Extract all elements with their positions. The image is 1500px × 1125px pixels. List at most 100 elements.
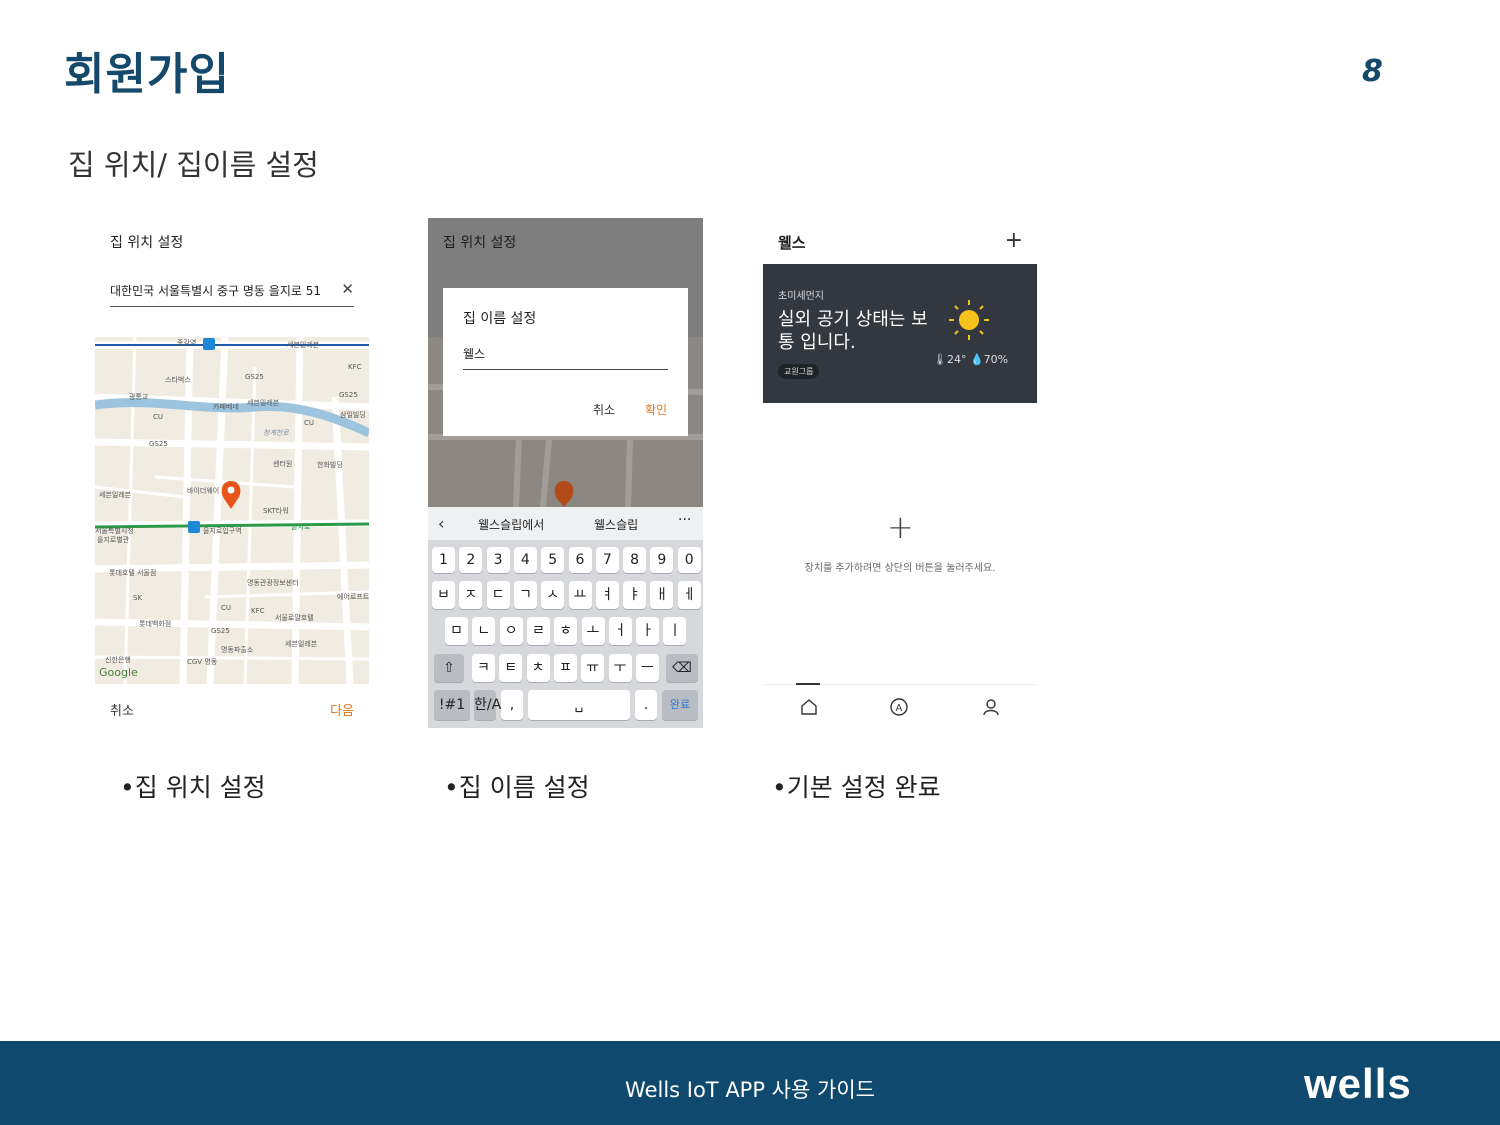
svg-text:세븐일레븐: 세븐일레븐: [287, 340, 320, 349]
keyboard-key[interactable]: 2: [459, 547, 483, 573]
add-device-plus-icon[interactable]: +: [1005, 228, 1023, 253]
keyboard-key[interactable]: 1: [432, 547, 455, 573]
symbols-key[interactable]: !#1: [434, 690, 470, 720]
svg-text:GS25: GS25: [339, 391, 358, 399]
next-button[interactable]: 다음: [330, 700, 354, 719]
keyboard-key[interactable]: ㅠ: [581, 654, 605, 682]
keyboard-key[interactable]: 3: [486, 547, 510, 573]
automation-icon[interactable]: A: [889, 697, 909, 721]
keyboard-key[interactable]: ㅔ: [677, 581, 701, 609]
home-name-value: 웰스: [463, 347, 486, 361]
shift-key[interactable]: ⇧: [434, 654, 464, 682]
keyboard-key[interactable]: ㅑ: [623, 581, 647, 609]
screen-header: 집 위치 설정: [443, 235, 517, 251]
more-icon[interactable]: ···: [678, 512, 691, 528]
card-label: 초미세먼지: [778, 291, 824, 302]
keyboard-key[interactable]: ㅍ: [553, 654, 577, 682]
svg-text:명동관광정보센터: 명동관광정보센터: [247, 578, 299, 587]
svg-text:카페베네: 카페베네: [213, 402, 239, 411]
keyboard-key[interactable]: ㅡ: [635, 654, 659, 682]
keyboard-key[interactable]: ㅏ: [636, 617, 660, 645]
home-icon[interactable]: [799, 697, 819, 721]
keyboard-key[interactable]: 9: [650, 547, 674, 573]
bottom-tab-bar: A: [763, 683, 1037, 728]
keyboard-key[interactable]: ㅂ: [432, 581, 455, 609]
keyboard-key[interactable]: ㅊ: [526, 654, 550, 682]
address-input[interactable]: 대한민국 서울특별시 중구 명동 을지로 51 ✕: [110, 280, 354, 307]
keyboard-key[interactable]: ㅣ: [663, 617, 687, 645]
keyboard-key[interactable]: ㄷ: [486, 581, 510, 609]
keyboard-key[interactable]: ㅗ: [581, 617, 605, 645]
keyboard-key[interactable]: ㅎ: [554, 617, 578, 645]
caption-location: •집 위치 설정: [120, 773, 266, 802]
svg-text:바이더웨이: 바이더웨이: [187, 486, 219, 495]
svg-text:을지로입구역: 을지로입구역: [203, 526, 242, 535]
map-graphic: 종각역 세븐일레븐 스타벅스 GS25 KFC 광통교 카페베네 세븐일레븐 G…: [95, 337, 369, 684]
done-key[interactable]: 완료: [662, 690, 698, 720]
keyboard-key[interactable]: ㅐ: [650, 581, 674, 609]
wells-logo: wells: [1304, 1060, 1412, 1107]
caption-name: •집 이름 설정: [444, 773, 590, 802]
keyboard-key[interactable]: ㅈ: [459, 581, 483, 609]
svg-text:청계천로: 청계천로: [263, 429, 289, 437]
svg-text:A: A: [896, 703, 903, 714]
close-icon[interactable]: ✕: [341, 280, 354, 298]
keyboard-key[interactable]: 5: [541, 547, 565, 573]
screen-home-location: 집 위치 설정 대한민국 서울특별시 중구 명동 을지로 51 ✕ 종각역 세븐…: [95, 218, 369, 728]
dialog-cancel-button[interactable]: 취소: [593, 401, 615, 418]
svg-text:세븐일레븐: 세븐일레븐: [247, 398, 280, 407]
period-key[interactable]: .: [635, 690, 657, 720]
tab-indicator: [796, 683, 820, 685]
comma-key[interactable]: ,: [501, 690, 523, 720]
suggestion-item[interactable]: 웰스슬립: [594, 516, 638, 533]
space-key[interactable]: ␣: [528, 690, 630, 720]
keyboard-key[interactable]: ㅛ: [568, 581, 592, 609]
keyboard-key[interactable]: ㄴ: [472, 617, 496, 645]
dialog-ok-button[interactable]: 확인: [645, 401, 667, 418]
suggestion-bar: ‹ 웰스슬립에서 웰스슬립 ···: [428, 507, 703, 540]
keyboard-key[interactable]: ㅕ: [595, 581, 619, 609]
keyboard-key[interactable]: ㅌ: [499, 654, 523, 682]
svg-text:GS25: GS25: [149, 440, 168, 448]
card-message: 실외 공기 상태는 보통 입니다.: [778, 309, 928, 353]
backspace-key[interactable]: ⌫: [666, 654, 698, 682]
section-subtitle: 집 위치/ 집이름 설정: [68, 148, 319, 182]
svg-text:에어로프트: 에어로프트: [337, 592, 369, 601]
keyboard-key[interactable]: ㅋ: [472, 654, 495, 682]
map-view[interactable]: 종각역 세븐일레븐 스타벅스 GS25 KFC 광통교 카페베네 세븐일레븐 G…: [95, 337, 369, 684]
keyboard-key[interactable]: ㅇ: [499, 617, 523, 645]
keyboard-key[interactable]: 6: [568, 547, 592, 573]
keyboard-key[interactable]: ㅁ: [445, 617, 468, 645]
chevron-left-icon[interactable]: ‹: [438, 514, 444, 533]
keyboard-key[interactable]: ㅅ: [541, 581, 565, 609]
suggestion-item[interactable]: 웰스슬립에서: [478, 516, 544, 533]
keyboard-key[interactable]: ㄹ: [526, 617, 550, 645]
dialog-title: 집 이름 설정: [463, 311, 537, 327]
keyboard-key[interactable]: ㅓ: [608, 617, 632, 645]
keyboard-key[interactable]: 8: [623, 547, 647, 573]
footer-text: Wells IoT APP 사용 가이드: [625, 1078, 875, 1102]
page-title: 회원가입: [64, 49, 230, 100]
air-quality-card[interactable]: 초미세먼지 실외 공기 상태는 보통 입니다. 교원그룹 🌡24° 💧70%: [763, 264, 1037, 403]
add-device-large-plus-icon[interactable]: +: [887, 508, 914, 546]
svg-text:명동파출소: 명동파출소: [221, 645, 254, 654]
svg-text:을지로: 을지로: [291, 522, 311, 531]
svg-text:광통교: 광통교: [129, 393, 149, 401]
svg-text:CU: CU: [304, 419, 314, 427]
language-key[interactable]: 한/A: [474, 690, 501, 720]
profile-icon[interactable]: [981, 697, 1001, 721]
home-name-dialog: 집 이름 설정 웰스 취소 확인: [443, 288, 688, 436]
home-name-input[interactable]: 웰스: [463, 343, 668, 370]
svg-text:스타벅스: 스타벅스: [165, 375, 191, 384]
keyboard-key[interactable]: ㄱ: [513, 581, 537, 609]
svg-text:한화빌딩: 한화빌딩: [317, 460, 343, 469]
svg-text:을지로별관: 을지로별관: [97, 535, 130, 544]
cancel-button[interactable]: 취소: [110, 700, 134, 719]
svg-text:서울로얄호텔: 서울로얄호텔: [275, 613, 314, 622]
keyboard-key[interactable]: 0: [677, 547, 701, 573]
keyboard-key[interactable]: 7: [595, 547, 619, 573]
keyboard-key[interactable]: 4: [513, 547, 537, 573]
keyboard-key[interactable]: ㅜ: [608, 654, 632, 682]
svg-text:GS25: GS25: [211, 627, 230, 635]
svg-text:센터원: 센터원: [273, 459, 292, 468]
